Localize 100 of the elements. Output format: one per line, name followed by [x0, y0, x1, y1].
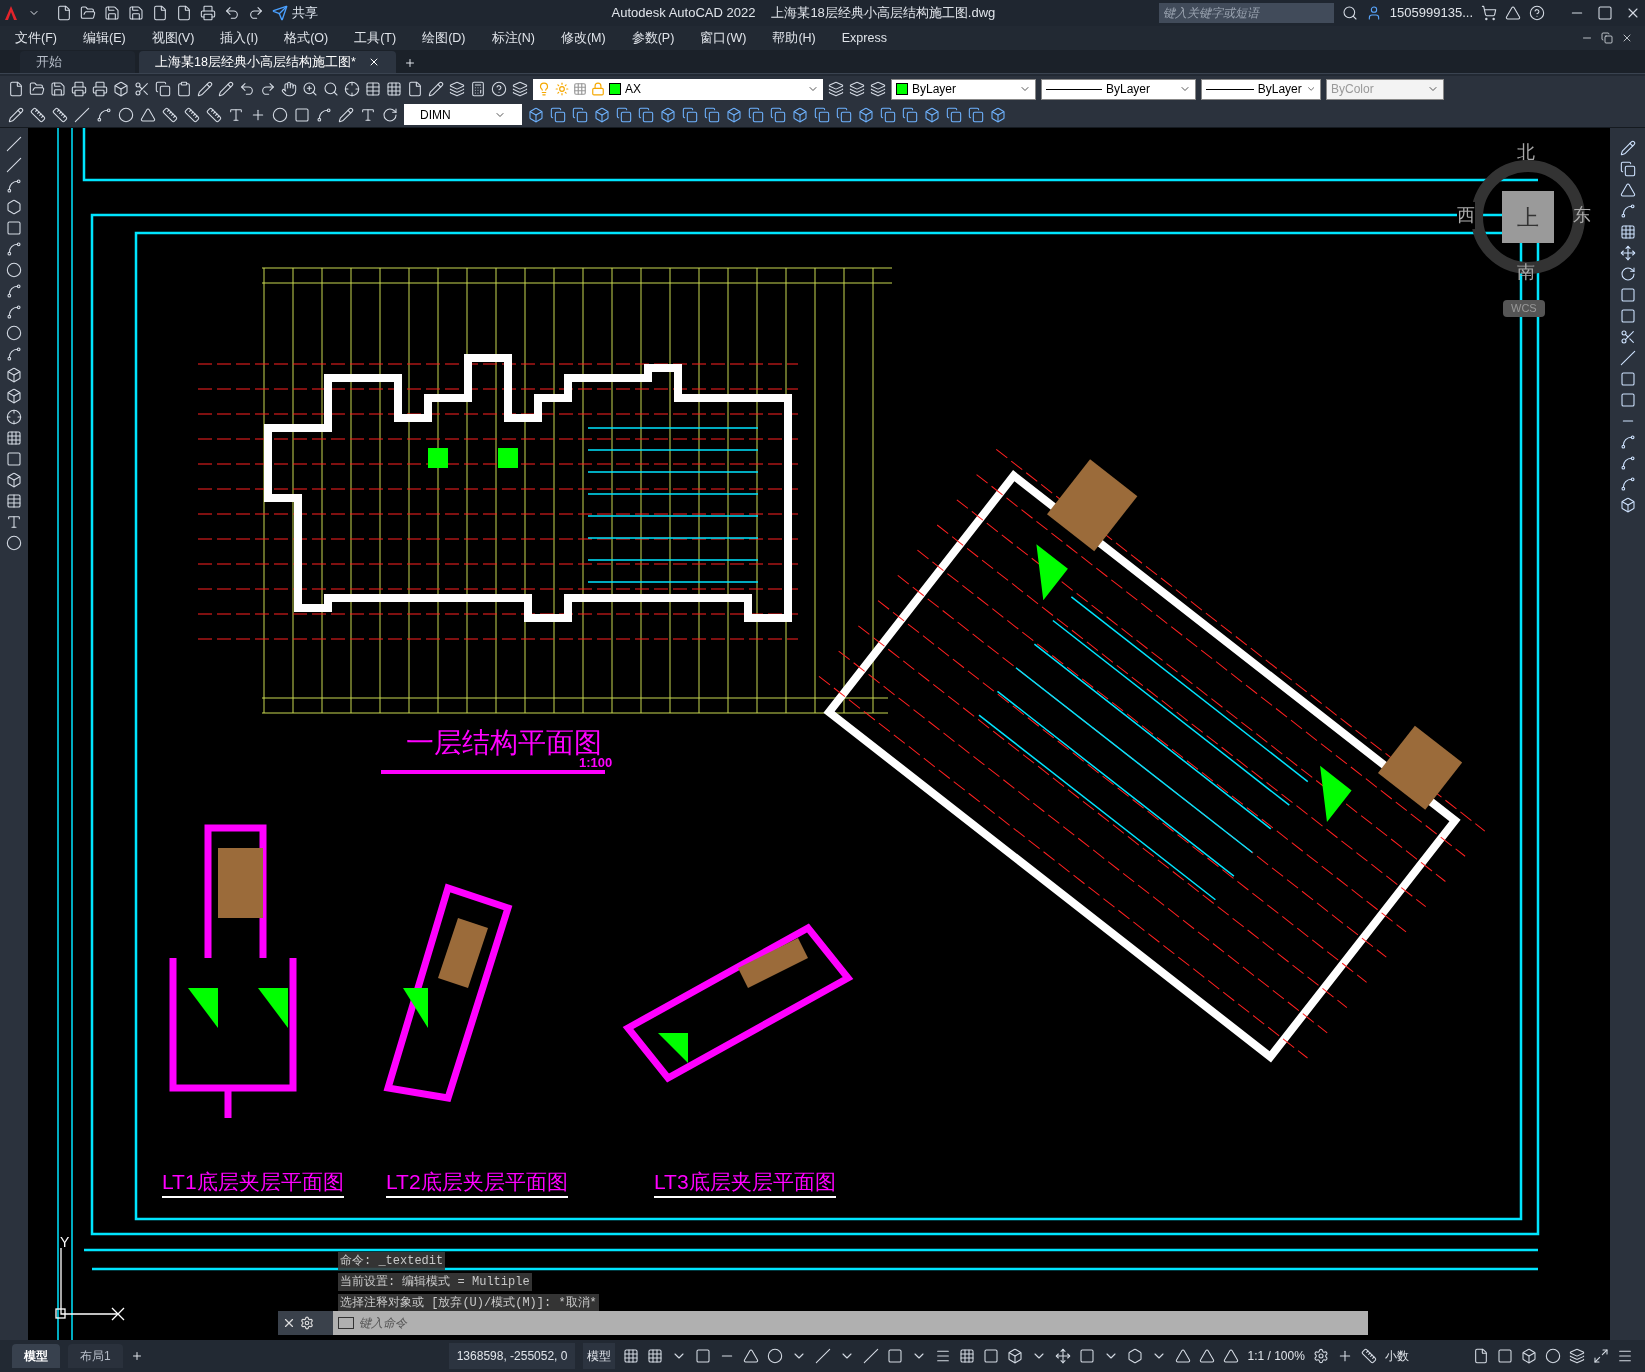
menu-item[interactable]: 插入(I) — [217, 28, 262, 48]
dimension-tool-icon[interactable] — [382, 106, 398, 123]
open-icon[interactable] — [29, 81, 45, 97]
pencil-icon[interactable] — [218, 81, 234, 97]
dimension-tool-icon[interactable] — [118, 106, 134, 123]
draw-tool-icon[interactable] — [6, 220, 22, 236]
draw-tool-icon[interactable] — [6, 451, 22, 467]
status-toggle-icon[interactable] — [815, 1348, 832, 1364]
save-icon[interactable] — [104, 5, 120, 21]
dimension-tool-icon[interactable] — [140, 106, 156, 123]
menu-item[interactable]: 帮助(H) — [769, 28, 819, 48]
modify-tool-icon[interactable] — [704, 106, 720, 123]
modify-tool-icon[interactable] — [1619, 455, 1636, 471]
table-icon[interactable] — [365, 81, 381, 97]
dimension-tool-icon[interactable] — [52, 106, 68, 123]
modify-tool-icon[interactable] — [880, 106, 896, 123]
menu-item[interactable]: 窗口(W) — [697, 28, 750, 48]
modify-tool-icon[interactable] — [572, 106, 588, 123]
menu-item[interactable]: 编辑(E) — [79, 28, 129, 48]
layers-icon[interactable] — [828, 81, 844, 97]
save-icon[interactable] — [50, 81, 66, 97]
modify-tool-icon[interactable] — [946, 106, 962, 123]
dimension-tool-icon[interactable] — [74, 106, 90, 123]
maximize-icon[interactable] — [1597, 5, 1613, 21]
undo-icon[interactable] — [239, 81, 255, 97]
dimension-tool-icon[interactable] — [228, 106, 244, 123]
status-toggle-icon[interactable] — [1223, 1348, 1240, 1364]
dimension-tool-icon[interactable] — [272, 106, 288, 123]
status-toggle-icon[interactable] — [983, 1348, 1000, 1364]
status-toggle-icon[interactable] — [1079, 1348, 1096, 1364]
status-toggle-icon[interactable] — [767, 1348, 784, 1364]
menu-item[interactable]: 格式(O) — [281, 28, 332, 48]
settings-icon[interactable] — [1312, 1348, 1329, 1364]
draw-tool-icon[interactable] — [6, 325, 22, 341]
open-icon[interactable] — [80, 5, 96, 21]
compass-label[interactable]: 北 — [1517, 139, 1535, 166]
modify-tool-icon[interactable] — [1619, 329, 1636, 345]
modify-tool-icon[interactable] — [594, 106, 610, 123]
annotation-scale[interactable]: 1:1 / 100% — [1247, 1347, 1305, 1365]
zoom-icon[interactable] — [302, 81, 318, 97]
cut-icon[interactable] — [134, 81, 150, 97]
modify-tool-icon[interactable] — [836, 106, 852, 123]
modify-tool-icon[interactable] — [660, 106, 676, 123]
pencil-icon[interactable] — [428, 81, 444, 97]
draw-tool-icon[interactable] — [6, 430, 22, 446]
modify-tool-icon[interactable] — [638, 106, 654, 123]
property-dropdown[interactable]: ByLayer — [891, 78, 1036, 100]
dim-style-dropdown[interactable]: DIMN — [404, 104, 522, 125]
dimension-tool-icon[interactable] — [206, 106, 222, 123]
print-icon[interactable] — [200, 5, 216, 21]
status-toggle-icon[interactable] — [1199, 1348, 1216, 1364]
status-toggle-icon[interactable] — [647, 1348, 664, 1364]
modify-tool-icon[interactable] — [1619, 476, 1636, 492]
new-tab-icon[interactable] — [403, 57, 416, 69]
layers-icon[interactable] — [512, 81, 528, 97]
draw-tool-icon[interactable] — [6, 388, 22, 404]
modify-tool-icon[interactable] — [616, 106, 632, 123]
user-name[interactable]: 1505999135... — [1389, 3, 1473, 23]
draw-tool-icon[interactable] — [6, 199, 22, 215]
viewcube-face[interactable]: 上 — [1502, 191, 1554, 243]
compass-label[interactable]: 南 — [1517, 259, 1535, 286]
modify-tool-icon[interactable] — [1619, 245, 1636, 261]
draw-tool-icon[interactable] — [6, 304, 22, 320]
new-layout-icon[interactable] — [130, 1350, 143, 1362]
help-icon[interactable] — [1529, 5, 1545, 21]
prompt-icon[interactable] — [338, 1317, 354, 1329]
status-toggle-icon[interactable] — [1007, 1348, 1024, 1364]
draw-tool-icon[interactable] — [6, 136, 22, 152]
dimension-tool-icon[interactable] — [338, 106, 354, 123]
zoom-window-icon[interactable] — [323, 81, 339, 97]
status-toggle-icon[interactable] — [743, 1348, 760, 1364]
help-icon[interactable] — [491, 81, 507, 97]
sheet-icon[interactable] — [407, 81, 423, 97]
search-field[interactable]: 键入关键字或短语 — [1158, 3, 1334, 23]
draw-tool-icon[interactable] — [6, 493, 22, 509]
property-dropdown[interactable]: ByLayer — [1201, 78, 1321, 100]
menu-item[interactable]: 文件(F) — [12, 28, 60, 48]
modify-tool-icon[interactable] — [968, 106, 984, 123]
modify-tool-icon[interactable] — [1619, 203, 1636, 219]
undo-icon[interactable] — [224, 5, 240, 21]
menu-item[interactable]: 工具(T) — [351, 28, 400, 48]
modify-tool-icon[interactable] — [792, 106, 808, 123]
status-toggle-icon[interactable] — [935, 1348, 952, 1364]
modify-tool-icon[interactable] — [682, 106, 698, 123]
layout-tab[interactable]: 布局1 — [68, 1344, 123, 1368]
dimension-tool-icon[interactable] — [162, 106, 178, 123]
draw-tool-icon[interactable] — [6, 409, 22, 425]
layer-dropdown[interactable]: AX — [533, 78, 823, 100]
draw-tool-icon[interactable] — [6, 346, 22, 362]
modify-tool-icon[interactable] — [1619, 434, 1636, 450]
modify-tool-icon[interactable] — [1619, 161, 1636, 177]
ruler-icon[interactable] — [1360, 1348, 1377, 1364]
menu-item[interactable]: Express — [838, 28, 890, 48]
status-toggle-icon[interactable] — [695, 1348, 712, 1364]
draw-tool-icon[interactable] — [6, 262, 22, 278]
draw-tool-icon[interactable] — [6, 535, 22, 551]
menu-item[interactable]: 绘图(D) — [419, 28, 469, 48]
fullscreen-icon[interactable] — [1592, 1348, 1609, 1364]
grid-icon[interactable] — [386, 81, 402, 97]
modify-tool-icon[interactable] — [528, 106, 544, 123]
